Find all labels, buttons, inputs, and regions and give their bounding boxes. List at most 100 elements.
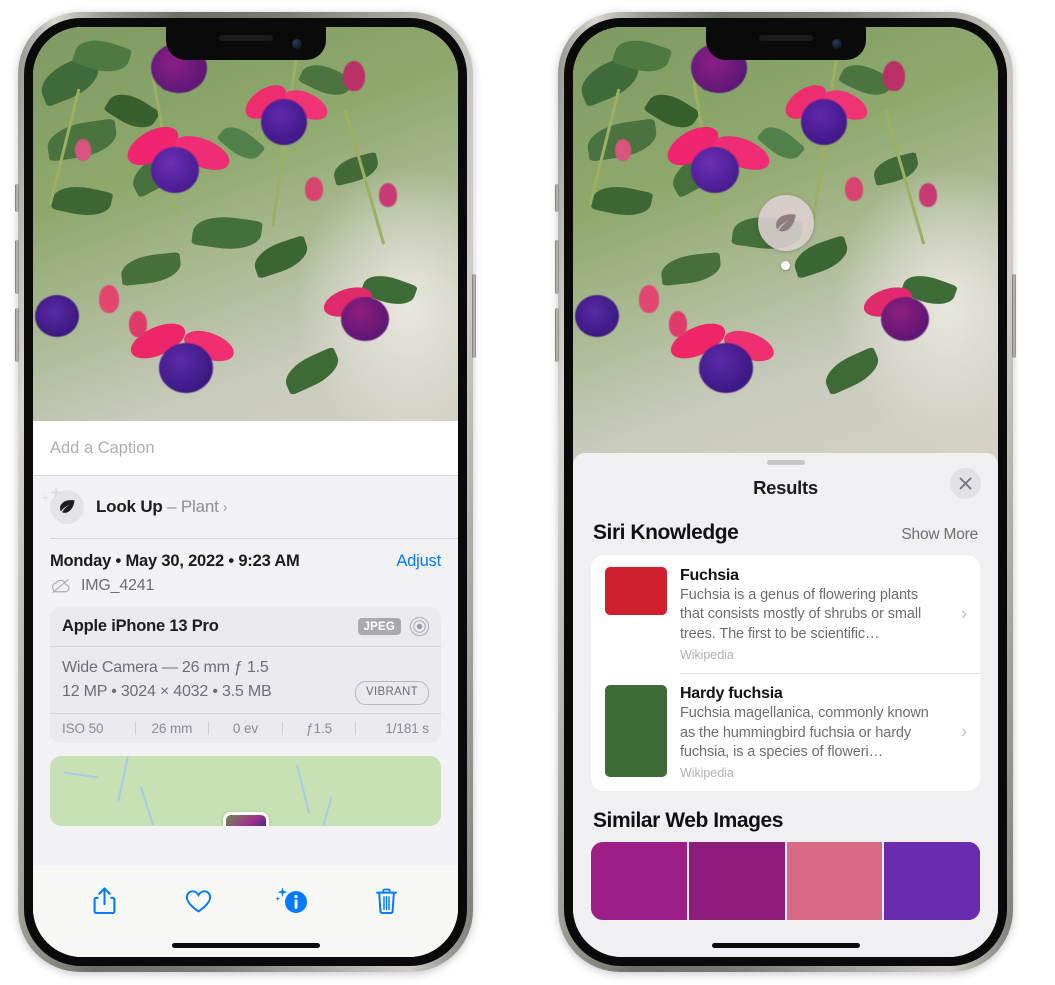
- results-sheet: Results Siri Knowledge Show More Fuchsia…: [573, 453, 998, 957]
- chevron-right-icon: ›: [961, 721, 967, 742]
- camera-info-card[interactable]: Apple iPhone 13 Pro JPEG Wide Camera — 2…: [50, 606, 441, 744]
- similar-image-3[interactable]: [786, 842, 883, 921]
- look-up-bold-text: Look Up: [96, 497, 163, 516]
- silent-switch[interactable]: [15, 184, 19, 212]
- file-name: IMG_4241: [81, 576, 155, 594]
- look-up-icon-wrap: [40, 485, 84, 524]
- home-indicator[interactable]: [171, 943, 320, 948]
- adjust-button[interactable]: Adjust: [396, 552, 441, 571]
- camera-header-badges: JPEG: [357, 616, 430, 637]
- similar-web-images-title: Similar Web Images: [593, 809, 783, 833]
- knowledge-title: Fuchsia: [680, 567, 739, 584]
- leaf-badge-bubble: [757, 195, 814, 251]
- camera-header: Apple iPhone 13 Pro JPEG: [50, 607, 441, 647]
- side-power-button[interactable]: [1012, 274, 1016, 358]
- exif-focal: 26 mm: [151, 721, 193, 737]
- similar-web-images-strip: [591, 842, 980, 921]
- earpiece-speaker: [218, 35, 273, 41]
- info-button[interactable]: [270, 881, 316, 921]
- look-up-label: Look Up – Plant ›: [96, 497, 228, 517]
- knowledge-description: Fuchsia is a genus of flowering plants t…: [680, 587, 922, 642]
- favorite-button[interactable]: [175, 881, 221, 921]
- share-button[interactable]: [81, 881, 127, 921]
- delete-button[interactable]: [364, 881, 410, 921]
- sparkle-small-icon: [40, 493, 50, 502]
- leaf-icon: [776, 213, 796, 231]
- similar-image-1[interactable]: [591, 842, 687, 921]
- front-camera-icon: [291, 39, 302, 49]
- info-sparkle-icon: [275, 887, 307, 913]
- knowledge-source: Wikipedia: [680, 647, 734, 662]
- knowledge-item[interactable]: Fuchsia Fuchsia is a genus of flowering …: [591, 555, 980, 673]
- fuchsia-thumbnail: [605, 567, 667, 615]
- knowledge-source: Wikipedia: [680, 766, 734, 781]
- location-map[interactable]: [50, 756, 441, 827]
- photo-date: Monday • May 30, 2022 • 9:23 AM: [50, 551, 300, 570]
- exif-iso: ISO 50: [62, 721, 104, 737]
- results-title: Results: [753, 477, 818, 498]
- exif-row: ISO 50 26 mm 0 ev ƒ1.5 1/181 s: [50, 713, 441, 743]
- date-row: Monday • May 30, 2022 • 9:23 AM Adjust: [33, 539, 458, 575]
- look-up-separator: –: [162, 497, 181, 516]
- camera-lens-line: Wide Camera — 26 mm ƒ 1.5: [62, 658, 269, 676]
- chevron-right-icon: ›: [961, 603, 967, 624]
- show-more-button[interactable]: Show More: [901, 526, 978, 544]
- camera-specs-line: 12 MP • 3024 × 4032 • 3.5 MB: [62, 683, 272, 701]
- chevron-right-icon: ›: [222, 499, 228, 516]
- lookup-anchor-dot: [781, 261, 790, 270]
- icloud-slash-icon: [51, 578, 70, 593]
- similar-image-2[interactable]: [688, 842, 785, 921]
- volume-up-button[interactable]: [555, 240, 559, 294]
- iphone-left-device: Add a Caption Look Up – Plant › Monday •…: [15, 12, 476, 972]
- silent-switch[interactable]: [555, 184, 559, 212]
- file-row: IMG_4241: [33, 575, 458, 607]
- siri-knowledge-card: Fuchsia Fuchsia is a genus of flowering …: [591, 555, 980, 792]
- device-bezel: Add a Caption Look Up – Plant › Monday •…: [24, 18, 467, 966]
- side-power-button[interactable]: [472, 274, 476, 358]
- close-icon: [959, 477, 972, 490]
- volume-down-button[interactable]: [555, 308, 559, 362]
- look-up-leaf-badge: [50, 490, 84, 524]
- hardy-fuchsia-thumbnail: [605, 685, 667, 778]
- knowledge-item[interactable]: Hardy fuchsia Fuchsia magellanica, commo…: [591, 673, 980, 791]
- left-screen: Add a Caption Look Up – Plant › Monday •…: [33, 27, 458, 957]
- look-up-row[interactable]: Look Up – Plant ›: [33, 476, 458, 538]
- siri-knowledge-header: Siri Knowledge Show More: [573, 512, 998, 555]
- similar-image-4[interactable]: [884, 842, 980, 921]
- results-header: Results: [573, 465, 998, 512]
- trash-icon: [376, 888, 398, 915]
- leaf-icon: [60, 500, 75, 513]
- map-photo-pin[interactable]: [222, 812, 269, 827]
- device-bezel: Results Siri Knowledge Show More Fuchsia…: [564, 18, 1007, 966]
- knowledge-body: Hardy fuchsia Fuchsia magellanica, commo…: [680, 685, 966, 780]
- exif-shutter: 1/181 s: [385, 721, 429, 737]
- exif-ev: 0 ev: [232, 721, 259, 737]
- notch: [165, 27, 326, 60]
- lens-icon: [409, 616, 430, 636]
- home-indicator[interactable]: [711, 943, 860, 948]
- look-up-subject: Plant: [180, 497, 219, 516]
- right-screen: Results Siri Knowledge Show More Fuchsia…: [573, 27, 998, 957]
- format-badge: JPEG: [357, 617, 401, 635]
- screenshot-stage: Add a Caption Look Up – Plant › Monday •…: [0, 0, 1055, 985]
- exif-aperture: ƒ1.5: [306, 721, 333, 737]
- earpiece-speaker: [758, 35, 813, 41]
- notch: [705, 27, 866, 60]
- photographic-style-badge: VIBRANT: [355, 680, 429, 705]
- siri-knowledge-title: Siri Knowledge: [593, 521, 739, 544]
- heart-icon: [185, 889, 211, 913]
- close-button[interactable]: [950, 468, 981, 499]
- volume-up-button[interactable]: [15, 240, 19, 294]
- visual-lookup-badge[interactable]: [757, 195, 814, 270]
- camera-specs-row: 12 MP • 3024 × 4032 • 3.5 MB VIBRANT: [62, 680, 429, 705]
- caption-input[interactable]: Add a Caption: [33, 421, 458, 476]
- camera-body: Wide Camera — 26 mm ƒ 1.5 12 MP • 3024 ×…: [50, 647, 441, 714]
- volume-down-button[interactable]: [15, 308, 19, 362]
- iphone-right-device: Results Siri Knowledge Show More Fuchsia…: [555, 12, 1016, 972]
- share-icon: [93, 887, 116, 915]
- knowledge-description: Fuchsia magellanica, commonly known as t…: [680, 705, 929, 760]
- knowledge-title: Hardy fuchsia: [680, 685, 783, 703]
- camera-model: Apple iPhone 13 Pro: [62, 616, 219, 635]
- front-camera-icon: [831, 39, 842, 49]
- knowledge-body: Fuchsia Fuchsia is a genus of flowering …: [680, 567, 966, 662]
